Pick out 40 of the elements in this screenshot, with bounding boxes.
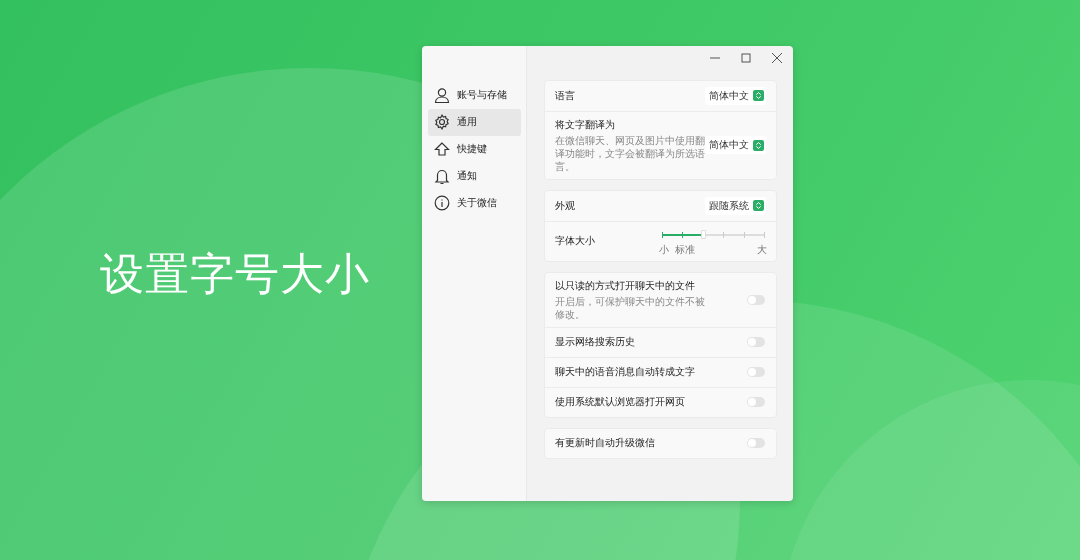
- sidebar-item[interactable]: 通用: [428, 108, 521, 136]
- setting-description: 开启后，可保护聊天中的文件不被修改。: [555, 294, 705, 321]
- sidebar-item[interactable]: 账号与存储: [428, 81, 521, 109]
- stepper-icon: [753, 90, 764, 101]
- slider-thumb[interactable]: [700, 229, 706, 239]
- stepper-icon: [753, 139, 764, 151]
- setting-label: 聊天中的语音消息自动转成文字: [555, 365, 695, 379]
- toggle-switch[interactable]: [747, 337, 765, 347]
- info-icon: [434, 194, 450, 212]
- setting-label: 显示网络搜索历史: [555, 335, 635, 349]
- person-icon: [434, 86, 450, 104]
- sidebar-item[interactable]: 关于微信: [428, 189, 521, 217]
- dropdown[interactable]: 简体中文: [705, 86, 766, 105]
- setting-label: 有更新时自动升级微信: [555, 436, 655, 450]
- setting-description: 在微信聊天、网页及图片中使用翻译功能时，文字会被翻译为所选语言。: [555, 133, 705, 173]
- toggle-switch[interactable]: [747, 438, 765, 448]
- sidebar-item[interactable]: 快捷键: [428, 135, 521, 163]
- toggle-switch[interactable]: [747, 367, 765, 377]
- sidebar-item[interactable]: 通知: [428, 162, 521, 190]
- slider-track[interactable]: [662, 233, 764, 236]
- scale-label: 小: [659, 242, 669, 257]
- setting-label: 语言: [555, 88, 575, 103]
- setting-label: 外观: [555, 198, 575, 213]
- close-icon: [771, 51, 783, 64]
- setting-label: 将文字翻译为: [555, 117, 616, 132]
- setting-label: 以只读的方式打开聊天中的文件: [555, 278, 696, 293]
- dropdown[interactable]: 跟随系统: [705, 196, 766, 215]
- up-arrow-icon: [434, 140, 450, 158]
- settings-icon: [434, 113, 450, 131]
- toggle-switch[interactable]: [747, 397, 765, 407]
- scale-label: 标准: [675, 242, 695, 257]
- dropdown[interactable]: 简体中文: [705, 136, 766, 154]
- toggle-switch[interactable]: [747, 294, 765, 305]
- setting-label: 使用系统默认浏览器打开网页: [555, 395, 685, 409]
- scale-label: 大: [757, 242, 767, 257]
- bell-icon: [434, 167, 450, 185]
- stepper-icon: [753, 200, 764, 211]
- headline: 设置字号大小: [100, 246, 371, 301]
- maximize-icon: [740, 51, 752, 64]
- setting-label: 字体大小: [555, 234, 595, 248]
